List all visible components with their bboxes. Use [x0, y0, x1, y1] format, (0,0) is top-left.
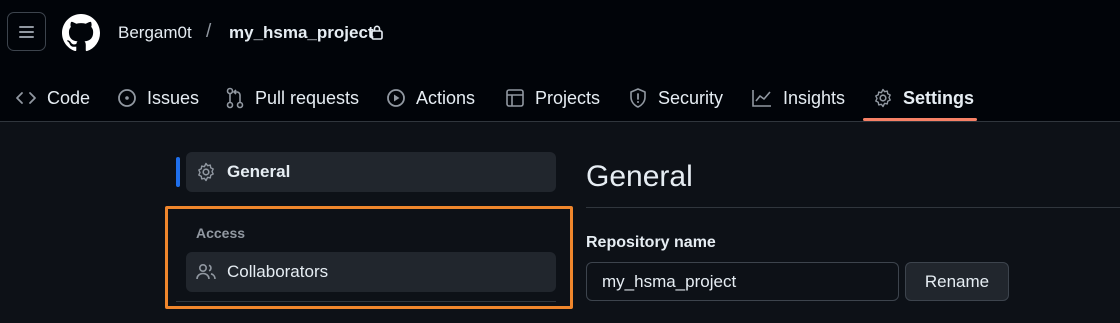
- menu-button[interactable]: [7, 12, 46, 51]
- shield-icon: [630, 88, 646, 108]
- menu-icon-line: [19, 30, 34, 33]
- tab-label: Code: [47, 87, 91, 108]
- breadcrumb-separator: /: [206, 21, 212, 42]
- play-icon: [387, 89, 405, 107]
- annotation-highlight-box: [165, 206, 573, 309]
- repo-name-label: Repository name: [586, 234, 716, 251]
- table-icon: [506, 89, 524, 107]
- graph-icon: [752, 90, 771, 107]
- repo-name-link[interactable]: my_hsma_project: [229, 23, 374, 43]
- menu-icon-line: [19, 35, 34, 38]
- active-tab-indicator: [863, 118, 977, 121]
- sidebar-item-general[interactable]: General: [186, 152, 556, 192]
- title-divider: [586, 207, 1120, 208]
- tab-projects[interactable]: Projects: [505, 76, 600, 120]
- gear-icon: [875, 88, 891, 108]
- tab-settings[interactable]: Settings: [873, 76, 974, 120]
- tab-label: Settings: [903, 87, 975, 108]
- tab-security[interactable]: Security: [628, 76, 723, 120]
- rename-button[interactable]: Rename: [905, 262, 1009, 301]
- tab-issues[interactable]: Issues: [117, 76, 199, 120]
- tab-actions[interactable]: Actions: [386, 76, 475, 120]
- tab-label: Insights: [783, 87, 846, 108]
- gear-icon: [198, 162, 214, 182]
- tab-label: Issues: [147, 87, 200, 108]
- pull-request-icon: [226, 87, 244, 109]
- menu-icon-line: [19, 25, 34, 28]
- tab-label: Pull requests: [255, 87, 360, 108]
- tab-label: Projects: [535, 87, 601, 108]
- tab-insights[interactable]: Insights: [751, 76, 845, 120]
- tab-label: Actions: [416, 87, 476, 108]
- selected-nav-marker: [176, 157, 180, 187]
- github-logo-icon[interactable]: [62, 14, 100, 52]
- repo-owner-link[interactable]: Bergam0t: [118, 23, 192, 43]
- code-icon: [16, 92, 36, 104]
- repo-name-input[interactable]: [586, 262, 899, 301]
- app-header: Bergam0t / my_hsma_project Code Issues P…: [0, 0, 1120, 122]
- tab-code[interactable]: Code: [15, 76, 90, 120]
- issue-icon: [118, 89, 136, 107]
- tab-pull-requests[interactable]: Pull requests: [225, 76, 359, 120]
- page-title: General: [586, 160, 693, 193]
- sidebar-item-label: General: [227, 162, 291, 181]
- tab-label: Security: [658, 87, 724, 108]
- lock-icon: [371, 25, 383, 40]
